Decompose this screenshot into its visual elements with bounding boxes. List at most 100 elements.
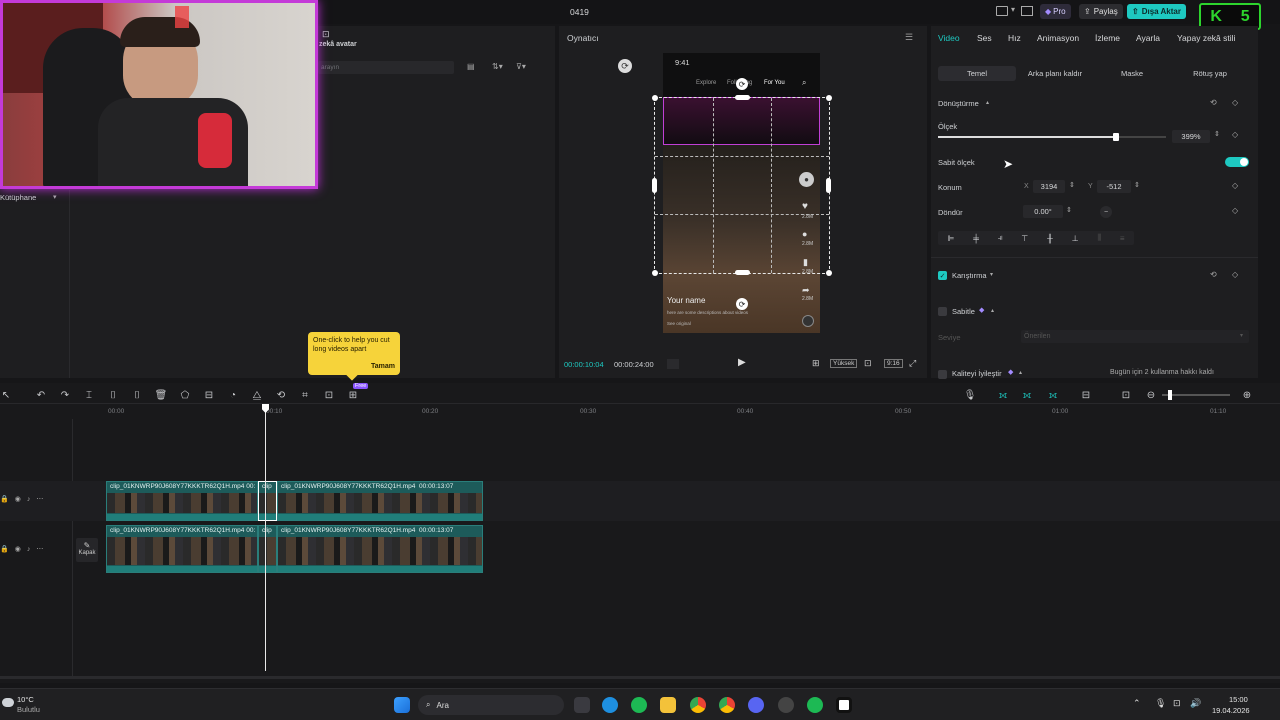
tray-mic-icon[interactable]: 🎙 [1155,698,1166,709]
chrome-icon[interactable] [690,697,706,713]
track-1-more-icon[interactable]: ⋯ [36,496,49,503]
settings-layout-icon[interactable] [1021,6,1033,16]
file-explorer-icon[interactable] [660,697,676,713]
undo-icon[interactable]: ↶ [35,389,47,401]
enhance-chevron-icon[interactable]: ▴ [1019,369,1022,376]
track-1-eye-icon[interactable]: ◉ [15,496,27,503]
tooltip-ok-button[interactable]: Tamam [371,363,395,370]
discord-icon[interactable] [748,697,764,713]
spotify-icon[interactable] [631,697,647,713]
rotate-stepper-icon[interactable]: ⇕ [1066,206,1072,214]
clip-2c[interactable]: clip_01KNWRP90J608Y77KKKTR62Q1H.mp4 00:0… [277,525,483,573]
scale-value-field[interactable]: 399% [1172,130,1210,143]
align-center-v-icon[interactable]: ╫ [1047,234,1053,243]
mirror-icon[interactable]: ⧋ [251,389,263,401]
track-2-lock-icon[interactable]: 🔒 [0,546,15,553]
x-stepper-icon[interactable]: ⇕ [1069,181,1075,189]
freeze-icon[interactable]: ⊟ [203,389,215,401]
stabilize-checkbox[interactable] [938,307,947,316]
blend-checkbox[interactable]: ✓ [938,271,947,280]
subtab-basic[interactable]: Temel [938,66,1016,81]
reset-transform-icon[interactable]: ⟲ [1210,98,1217,107]
full-quality-icon[interactable]: ⊞ [812,358,820,369]
level-select[interactable]: Önerilen [1021,330,1249,343]
speed-icon[interactable]: ◔ [227,389,239,401]
zoom-out-icon[interactable]: ⊖ [1145,389,1157,401]
zoom-slider[interactable] [1162,394,1230,396]
clip-2a[interactable]: clip_01KNWRP90J608Y77KKKTR62Q1H.mp4 00: [106,525,258,573]
redo-icon[interactable]: ↷ [59,389,71,401]
pro-button[interactable]: ◆ Pro [1040,4,1071,19]
scale-stepper-icon[interactable]: ⇕ [1214,130,1220,138]
align-left-icon[interactable]: ⊫ [947,234,954,243]
tab-speed[interactable]: Hız [1008,33,1021,43]
capcut-icon[interactable] [836,697,852,713]
play-button[interactable]: ▶ [738,357,746,368]
microphone-icon[interactable]: 🎙 [964,389,977,401]
select-tool-icon[interactable]: ↖ [0,389,12,401]
rotate-clip-icon[interactable]: ⟲ [275,389,287,401]
clip-2b[interactable]: clip [258,525,277,573]
resize-handle-top[interactable] [735,95,750,100]
playhead[interactable] [265,405,266,671]
timecode-format-icon[interactable] [667,359,679,369]
reset-view-icon[interactable]: ⟳ [618,59,632,73]
chrome-profile-icon[interactable] [719,697,735,713]
resize-handle-tr[interactable] [826,95,832,101]
avatar-icon[interactable]: ⊡ [322,29,330,40]
tab-ai-style[interactable]: Yapay zekâ stili [1177,33,1235,43]
library-label[interactable]: Kütüphane [0,193,36,202]
rotate-value-field[interactable]: 0.00° [1023,205,1063,218]
auto-reframe-icon[interactable]: ⊡ [323,389,335,401]
clip-1b-selected[interactable]: clip [258,481,277,521]
rotate-handle-bottom-icon[interactable]: ⟳ [736,298,748,310]
smart-split-icon[interactable]: ⊞ [347,389,359,401]
split-left-icon[interactable]: ⌷ [107,389,119,401]
subtab-retouch[interactable]: Rötuş yap [1172,66,1248,81]
track-1-controls[interactable]: 🔒◉♪⋯ [0,495,49,503]
keyframe-rotate-icon[interactable]: ◇ [1232,206,1238,215]
preview-axis-icon[interactable]: ⟗ [1047,389,1059,401]
player-menu-icon[interactable]: ☰ [905,32,913,43]
position-y-field[interactable]: -512 [1097,180,1131,193]
reset-blend-icon[interactable]: ⟲ [1210,270,1217,279]
delete-icon[interactable]: 🗑 [155,389,168,401]
tray-network-icon[interactable]: ⊡ [1173,698,1181,709]
track-2-audio-icon[interactable]: ♪ [27,546,37,553]
level-chevron-icon[interactable]: ▾ [1240,332,1243,339]
resize-handle-br[interactable] [826,270,832,276]
track-1-lock-icon[interactable]: 🔒 [0,496,15,503]
track-2-eye-icon[interactable]: ◉ [15,546,27,553]
position-x-field[interactable]: 3194 [1033,180,1065,193]
tray-chevron-icon[interactable]: ⌃ [1133,698,1141,709]
scale-slider-knob[interactable] [1112,133,1119,141]
export-button[interactable]: ⇧ Dışa Aktar [1127,4,1186,19]
timeline-scrollbar[interactable] [0,676,1280,679]
blend-chevron-icon[interactable]: ▾ [990,271,993,278]
tab-animation[interactable]: Animasyon [1037,33,1079,43]
crop-icon[interactable]: ⌗ [299,389,311,401]
subtab-mask[interactable]: Maske [1094,66,1170,81]
search-input[interactable]: arayın [318,61,454,74]
tab-video[interactable]: Video [938,33,960,43]
sort-icon[interactable]: ⇅▾ [492,62,503,71]
stabilize-chevron-icon[interactable]: ▴ [991,307,994,314]
filter-icon[interactable]: ⊽▾ [516,62,526,71]
keyframe-blend-icon[interactable]: ◇ [1232,270,1238,279]
fullscreen-icon[interactable]: ⤢ [909,358,916,369]
resize-handle-bottom[interactable] [735,270,750,275]
quality-selector[interactable]: Yüksek [830,359,858,368]
split-icon[interactable]: ⌶ [83,389,95,401]
snapshot-icon[interactable]: ⊡ [1120,389,1132,401]
distribute-h-icon[interactable]: ⫼ [1097,233,1101,243]
layout-icon[interactable] [996,6,1008,16]
preview-mode-icon[interactable]: ⊟ [1080,389,1092,401]
distribute-v-icon[interactable]: ≡ [1120,234,1125,243]
windows-start-icon[interactable] [394,697,410,713]
obs-icon[interactable] [778,697,794,713]
align-bottom-icon[interactable]: ⊥ [1072,234,1079,243]
clip-1a[interactable]: clip_01KNWRP90J608Y77KKKTR62Q1H.mp4 00: [106,481,258,521]
tab-audio[interactable]: Ses [977,33,992,43]
resize-handle-right[interactable] [826,178,831,193]
spotify-2-icon[interactable] [807,697,823,713]
